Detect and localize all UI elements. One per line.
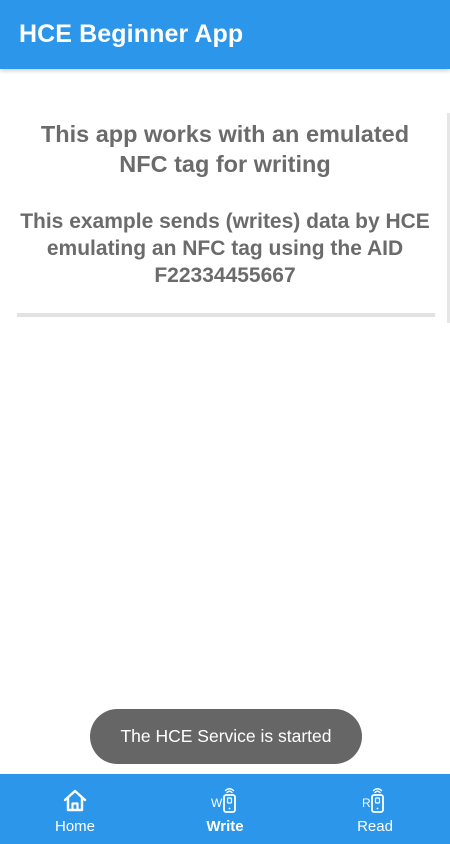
nav-label-write: Write xyxy=(206,818,244,835)
app-screen: HCE Beginner App This app works with an … xyxy=(0,0,450,844)
toast-notification: The HCE Service is started xyxy=(90,709,362,764)
app-title: HCE Beginner App xyxy=(19,20,244,48)
home-icon xyxy=(63,789,87,812)
svg-text:W: W xyxy=(211,796,223,810)
description-text: This example sends (writes) data by HCE … xyxy=(20,210,430,287)
svg-text:R: R xyxy=(362,796,371,810)
headline-text: This app works with an emulated NFC tag … xyxy=(40,121,410,177)
nav-label-read: Read xyxy=(357,818,393,835)
nav-item-write[interactable]: W Write xyxy=(150,774,300,844)
nfc-write-icon: W xyxy=(211,788,236,813)
divider xyxy=(17,313,435,317)
nav-item-read[interactable]: R Read xyxy=(300,774,450,844)
nav-label-home: Home xyxy=(54,818,95,835)
bottom-navigation: Home W Write R Read xyxy=(0,774,450,844)
nfc-read-icon: R xyxy=(362,788,384,813)
app-bar: HCE Beginner App xyxy=(0,0,450,69)
nav-item-home[interactable]: Home xyxy=(0,774,150,844)
